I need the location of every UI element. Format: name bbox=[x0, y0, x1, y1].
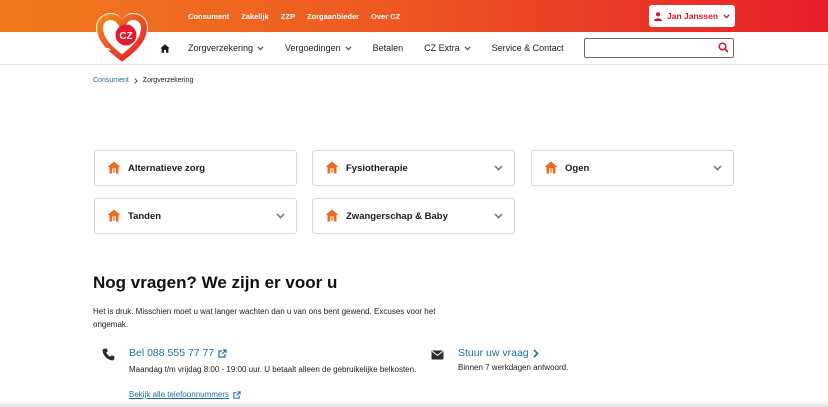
phone-description: Maandag t/m vrijdag 8:00 - 19:00 uur. U … bbox=[129, 365, 417, 374]
house-icon bbox=[107, 209, 121, 222]
nav-betalen[interactable]: Betalen bbox=[373, 43, 404, 53]
user-icon bbox=[653, 11, 662, 21]
breadcrumb-current: Zorgverzekering bbox=[142, 77, 194, 84]
category-label: Ogen bbox=[565, 163, 590, 174]
category-label: Alternatieve zorg bbox=[128, 163, 206, 174]
chevron-down-icon bbox=[257, 45, 264, 50]
home-icon bbox=[160, 43, 170, 53]
phone-icon bbox=[102, 348, 115, 361]
user-menu-button[interactable]: Jan Janssen bbox=[649, 5, 735, 27]
chevron-down-icon bbox=[464, 45, 471, 50]
house-icon bbox=[325, 161, 339, 174]
breadcrumb-consument[interactable]: Consument bbox=[93, 77, 129, 84]
audience-link-zzp[interactable]: ZZP bbox=[281, 12, 295, 21]
nav-betalen-label: Betalen bbox=[372, 43, 404, 53]
nav-home[interactable] bbox=[160, 43, 170, 53]
audience-link-consument[interactable]: Consument bbox=[188, 12, 229, 21]
chevron-down-icon bbox=[713, 165, 722, 171]
contact-intro: Het is druk. Misschien moet u wat langer… bbox=[93, 307, 436, 329]
audience-link-over-cz[interactable]: Over CZ bbox=[371, 12, 400, 21]
external-link-icon bbox=[218, 348, 227, 358]
mail-icon bbox=[431, 350, 444, 360]
breadcrumb: Consument Zorgverzekering bbox=[93, 77, 193, 84]
category-card-tanden[interactable]: Tanden bbox=[94, 198, 297, 234]
logo-text: CZ bbox=[119, 31, 132, 42]
category-card-alternatieve-zorg[interactable]: Alternatieve zorg bbox=[94, 150, 297, 186]
chevron-down-icon bbox=[723, 13, 730, 19]
category-card-zwangerschap-baby[interactable]: Zwangerschap & Baby bbox=[312, 198, 515, 234]
house-icon bbox=[107, 161, 121, 174]
mail-link[interactable]: Stuur uw vraag bbox=[458, 347, 539, 359]
audience-links: Consument Zakelijk ZZP Zorgaanbieder Ove… bbox=[188, 0, 412, 32]
main-nav: Zorgverzekering Vergoedingen Betalen CZ … bbox=[160, 32, 585, 64]
nav-cz-extra-label: CZ Extra bbox=[424, 43, 460, 53]
nav-service-contact[interactable]: Service & Contact bbox=[492, 43, 564, 53]
nav-vergoedingen[interactable]: Vergoedingen bbox=[285, 43, 352, 53]
nav-service-contact-label: Service & Contact bbox=[491, 43, 564, 53]
chevron-down-icon bbox=[494, 165, 503, 171]
category-label: Tanden bbox=[128, 211, 162, 222]
nav-cz-extra[interactable]: CZ Extra bbox=[424, 43, 471, 53]
nav-vergoedingen-label: Vergoedingen bbox=[285, 43, 341, 53]
bottom-shadow bbox=[0, 400, 828, 407]
category-label: Fysiotherapie bbox=[346, 163, 408, 174]
user-name: Jan Janssen bbox=[666, 11, 719, 21]
all-phone-numbers-link[interactable]: Bekijk alle telefoonnummers bbox=[129, 390, 241, 399]
search-icon[interactable] bbox=[718, 42, 729, 53]
audience-link-zakelijk[interactable]: Zakelijk bbox=[241, 12, 269, 21]
cz-logo[interactable]: CZ bbox=[93, 8, 151, 66]
contact-heading: Nog vragen? We zijn er voor u bbox=[93, 273, 338, 292]
search-input[interactable] bbox=[584, 38, 734, 58]
audience-link-zorgaanbieder[interactable]: Zorgaanbieder bbox=[307, 12, 359, 21]
nav-zorgverzekering-label: Zorgverzekering bbox=[188, 43, 254, 53]
all-phone-numbers-label: Bekijk alle telefoonnummers bbox=[129, 390, 230, 399]
category-card-ogen[interactable]: Ogen bbox=[531, 150, 734, 186]
mail-link-label: Stuur uw vraag bbox=[458, 347, 529, 359]
house-icon bbox=[544, 161, 558, 174]
chevron-right-icon bbox=[134, 77, 138, 84]
phone-link[interactable]: Bel 088 555 77 77 bbox=[129, 347, 227, 359]
category-card-fysiotherapie[interactable]: Fysiotherapie bbox=[312, 150, 515, 186]
house-icon bbox=[325, 209, 339, 222]
chevron-down-icon bbox=[494, 213, 503, 219]
category-label: Zwangerschap & Baby bbox=[346, 211, 448, 222]
external-link-icon bbox=[233, 390, 241, 399]
mail-description: Binnen 7 werkdagen antwoord. bbox=[458, 363, 569, 372]
chevron-right-icon bbox=[533, 348, 539, 358]
chevron-down-icon bbox=[344, 45, 352, 50]
nav-zorgverzekering[interactable]: Zorgverzekering bbox=[188, 43, 264, 53]
phone-link-label: Bel 088 555 77 77 bbox=[129, 347, 215, 359]
chevron-down-icon bbox=[276, 213, 285, 219]
